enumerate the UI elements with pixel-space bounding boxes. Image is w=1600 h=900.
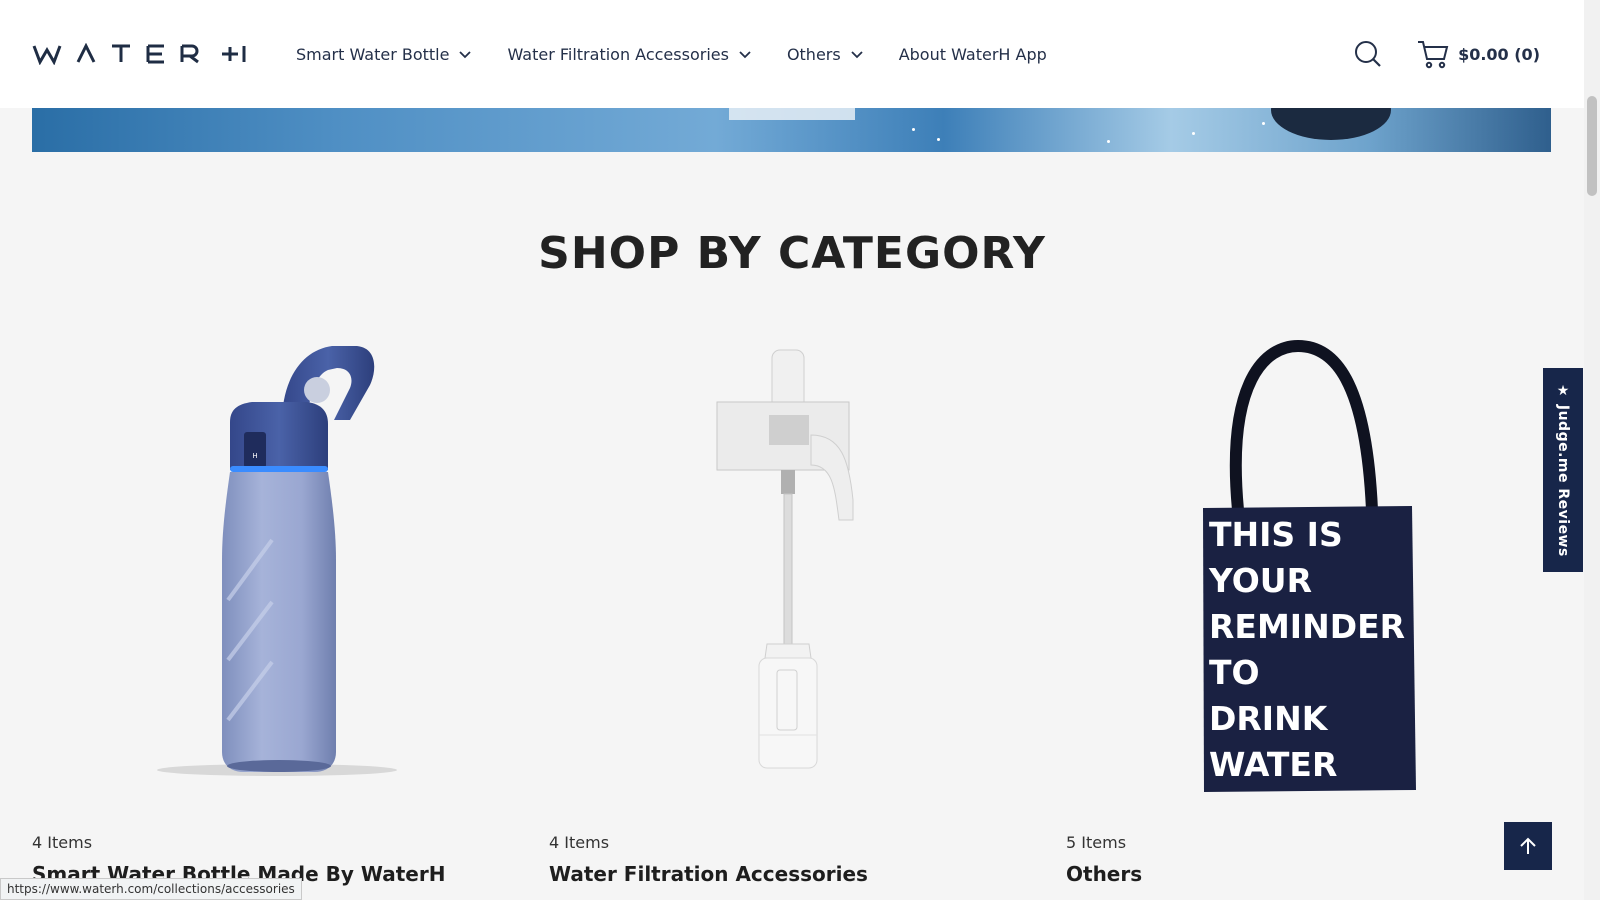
tote-image[interactable]: THIS IS YOUR REMINDER TO DRINK WATER	[1066, 339, 1556, 792]
main-nav: Smart Water Bottle Water Filtration Acce…	[296, 40, 1083, 68]
hero-banner-tab	[729, 108, 855, 120]
category-name[interactable]: Water Filtration Accessories	[549, 862, 868, 886]
chevron-down-icon	[739, 51, 751, 59]
tote-line: TO	[1209, 653, 1260, 692]
tote-line: YOUR	[1208, 561, 1312, 600]
cart-icon	[1418, 41, 1449, 69]
judge-me-label: ★ Judge.me Reviews	[1555, 383, 1571, 557]
nav-label: Others	[786, 44, 841, 64]
header-actions: $0.00 (0)	[1354, 36, 1540, 72]
sparkle	[1192, 132, 1195, 135]
page-scrollbar[interactable]	[1584, 0, 1600, 900]
site-header: Smart Water Bottle Water Filtration Acce…	[0, 0, 1584, 108]
hero-banner[interactable]	[32, 108, 1551, 152]
sparkle	[937, 138, 940, 141]
category-card-others[interactable]: THIS IS YOUR REMINDER TO DRINK WATER 5 I…	[1066, 339, 1556, 886]
filter-image[interactable]	[549, 340, 1039, 792]
search-icon[interactable]	[1354, 40, 1382, 68]
judge-me-reviews-tab[interactable]: ★ Judge.me Reviews	[1543, 368, 1583, 572]
sparkle	[1262, 122, 1265, 125]
bottle-image[interactable]: H	[32, 340, 522, 792]
category-card-water-filtration[interactable]: 4 Items Water Filtration Accessories	[549, 340, 1039, 886]
smart-water-bottle-image: H	[157, 346, 397, 776]
chevron-down-icon	[851, 51, 863, 59]
section-title: SHOP BY CATEGORY	[538, 228, 1046, 279]
hero-bottle-shape	[1271, 108, 1391, 140]
cart-button[interactable]: $0.00 (0)	[1416, 37, 1540, 71]
category-card-smart-water-bottle[interactable]: H 4 Items Smart Water Bottle Made By Wat…	[32, 340, 522, 886]
chevron-down-icon	[459, 51, 472, 59]
category-count: 5 Items	[1066, 833, 1127, 852]
logo-wordmark	[32, 43, 246, 65]
scrollbar-thumb[interactable]	[1587, 96, 1597, 196]
nav-water-filtration-accessories[interactable]: Water Filtration Accessories	[507, 44, 751, 64]
tote-line: REMINDER	[1209, 607, 1405, 646]
arrow-up-icon	[1520, 837, 1536, 854]
filter-accessory-image	[716, 349, 854, 769]
tote-line: WATER	[1209, 745, 1337, 784]
nav-about-waterh-app[interactable]: About WaterH App	[899, 45, 1047, 64]
cart-total: $0.00 (0)	[1458, 44, 1540, 64]
tote-bag-image: THIS IS YOUR REMINDER TO DRINK WATER	[1203, 339, 1416, 792]
tote-line: THIS IS	[1209, 515, 1343, 554]
category-count: 4 Items	[32, 833, 93, 852]
waterh-logo[interactable]	[32, 40, 248, 68]
nav-smart-water-bottle[interactable]: Smart Water Bottle	[296, 44, 472, 64]
category-name[interactable]: Others	[1066, 862, 1142, 886]
nav-label: About WaterH App	[898, 44, 1047, 64]
sparkle	[912, 128, 915, 131]
nav-label: Water Filtration Accessories	[507, 44, 729, 64]
sparkle	[1107, 140, 1110, 143]
nav-others[interactable]: Others	[787, 45, 863, 64]
tote-line: DRINK	[1209, 699, 1329, 738]
nav-label: Smart Water Bottle	[296, 44, 450, 64]
svg-text:H: H	[252, 452, 257, 460]
back-to-top-button[interactable]	[1504, 822, 1552, 870]
category-count: 4 Items	[549, 833, 610, 852]
link-status-bar: https://www.waterh.com/collections/acces…	[0, 878, 302, 900]
